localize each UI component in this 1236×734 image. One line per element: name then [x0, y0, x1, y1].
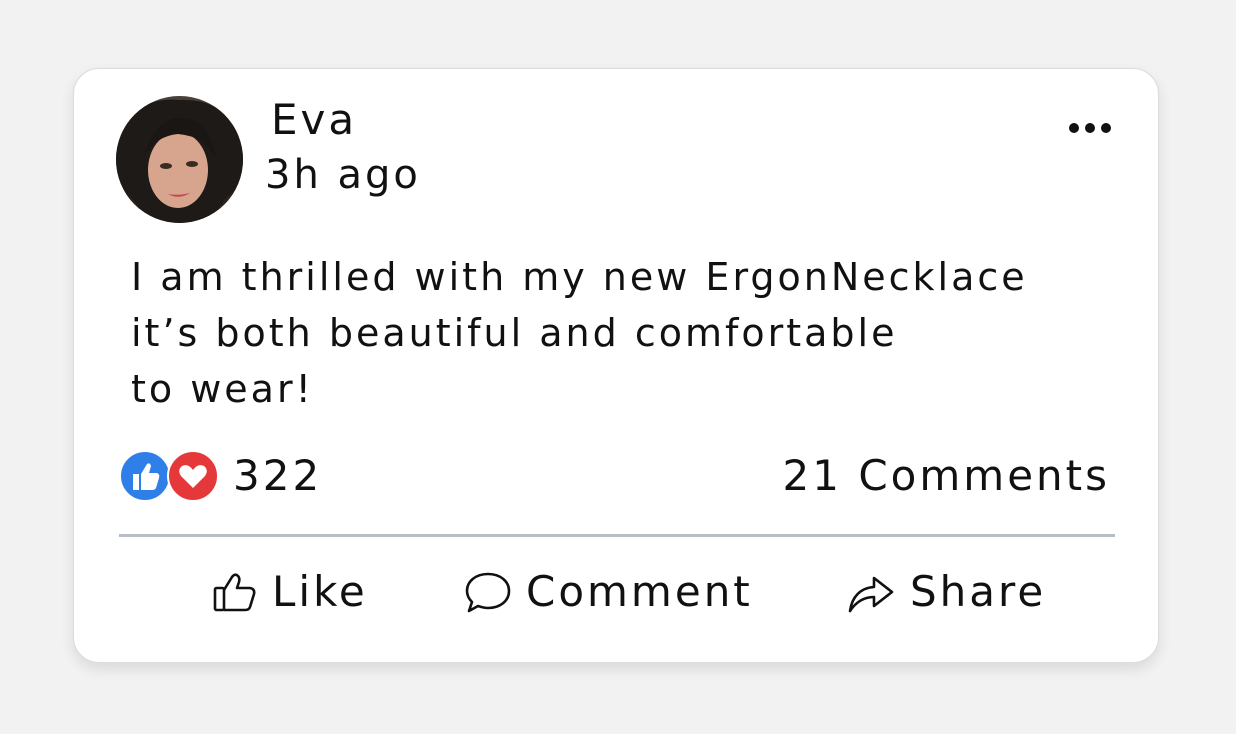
like-label: Like — [272, 567, 368, 616]
action-bar: Like Comment Share — [74, 564, 1160, 620]
like-button[interactable]: Like — [212, 564, 368, 620]
share-label: Share — [910, 567, 1047, 616]
comments-count-link[interactable]: 21 Comments — [783, 452, 1110, 500]
thumbs-up-icon — [119, 450, 171, 502]
post-card: Eva 3h ago I am thrilled with my new Erg… — [73, 68, 1159, 663]
avatar[interactable] — [116, 96, 243, 223]
share-button[interactable]: Share — [846, 564, 1046, 620]
post-text-line: I am thrilled with my new ErgonNecklace — [131, 255, 1028, 299]
post-text-line: to wear! — [131, 367, 314, 411]
more-options-button[interactable] — [1068, 120, 1116, 136]
ellipsis-icon — [1069, 123, 1111, 133]
heart-icon — [167, 450, 219, 502]
thumbs-up-outline-icon — [213, 573, 256, 612]
author-name[interactable]: Eva — [271, 99, 357, 141]
avatar-photo — [116, 96, 243, 223]
post-text-line: it’s both beautiful and comfortable — [131, 311, 898, 355]
share-arrow-icon — [848, 576, 894, 613]
post-text: I am thrilled with my new ErgonNecklace … — [131, 249, 1151, 417]
comment-button[interactable]: Comment — [464, 564, 753, 620]
reaction-count: 322 — [233, 451, 323, 500]
post-timestamp: 3h ago — [265, 152, 421, 198]
divider — [119, 534, 1115, 537]
speech-bubble-icon — [465, 572, 511, 613]
comment-label: Comment — [526, 567, 753, 616]
